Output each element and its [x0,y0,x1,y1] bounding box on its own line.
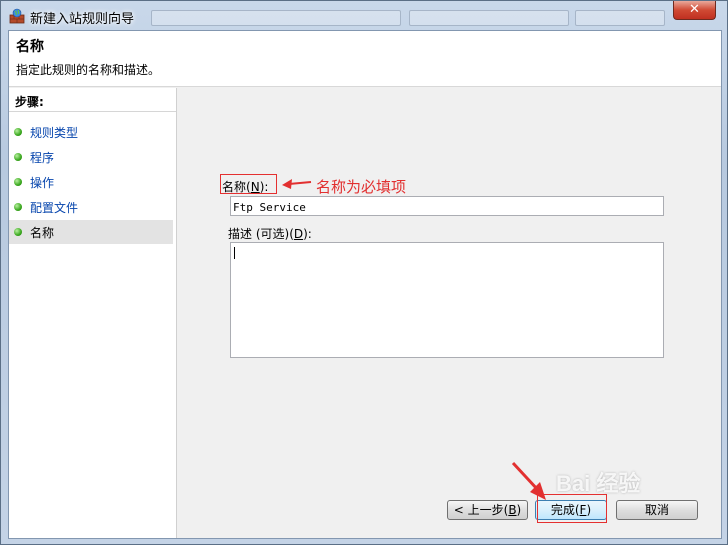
annotation-text: 名称为必填项 [316,178,407,196]
step-label: 名称 [30,226,55,240]
highlight-box-finish [537,494,607,523]
close-icon: ✕ [689,2,700,17]
step-item-profile[interactable]: 配置文件 [9,195,173,219]
close-button[interactable]: ✕ [673,1,716,20]
step-label: 规则类型 [30,126,79,140]
step-label: 操作 [30,176,55,190]
watermark: Bai 经验 [556,471,641,496]
cancel-button[interactable]: 取消 [616,500,698,520]
background-window-strip [575,10,665,26]
page-description: 指定此规则的名称和描述。 [16,63,161,77]
steps-panel: 步骤: 规则类型 程序 操作 配置文件 名称 [9,88,177,538]
description-label: 描述 (可选)(D): [228,227,312,241]
name-label: 名称(N): [222,180,269,194]
description-label-text: 描述 (可选) [228,227,290,241]
step-complete-icon [14,128,22,136]
firewall-icon [9,8,25,24]
step-item-rule-type[interactable]: 规则类型 [9,120,173,144]
background-window-strip [151,10,401,26]
text-caret [234,247,235,259]
name-hotkey: N [250,180,260,194]
steps-title: 步骤: [9,88,176,112]
background-window-strip [409,10,569,26]
cancel-button-label: 取消 [644,503,669,517]
step-label: 配置文件 [30,201,79,215]
description-hotkey: D [293,227,304,241]
back-button[interactable]: < 上一步(B) [447,500,528,520]
back-hotkey: B [508,503,517,517]
description-textarea[interactable] [230,242,664,358]
wizard-header: 名称 指定此规则的名称和描述。 [9,31,721,87]
step-item-action[interactable]: 操作 [9,170,173,194]
step-complete-icon [14,203,22,211]
step-label: 程序 [30,151,55,165]
name-label-text: 名称 [222,180,247,194]
title-bar[interactable]: 新建入站规则向导 ✕ [1,1,728,31]
step-complete-icon [14,153,22,161]
page-title: 名称 [16,39,44,55]
step-current-icon [14,228,22,236]
window-title: 新建入站规则向导 [30,12,135,27]
step-item-name[interactable]: 名称 [9,220,173,244]
annotation-arrow-icon [282,179,312,189]
step-complete-icon [14,178,22,186]
step-item-program[interactable]: 程序 [9,145,173,169]
back-button-label: < 上一步 [453,503,504,517]
name-input[interactable] [230,196,664,216]
